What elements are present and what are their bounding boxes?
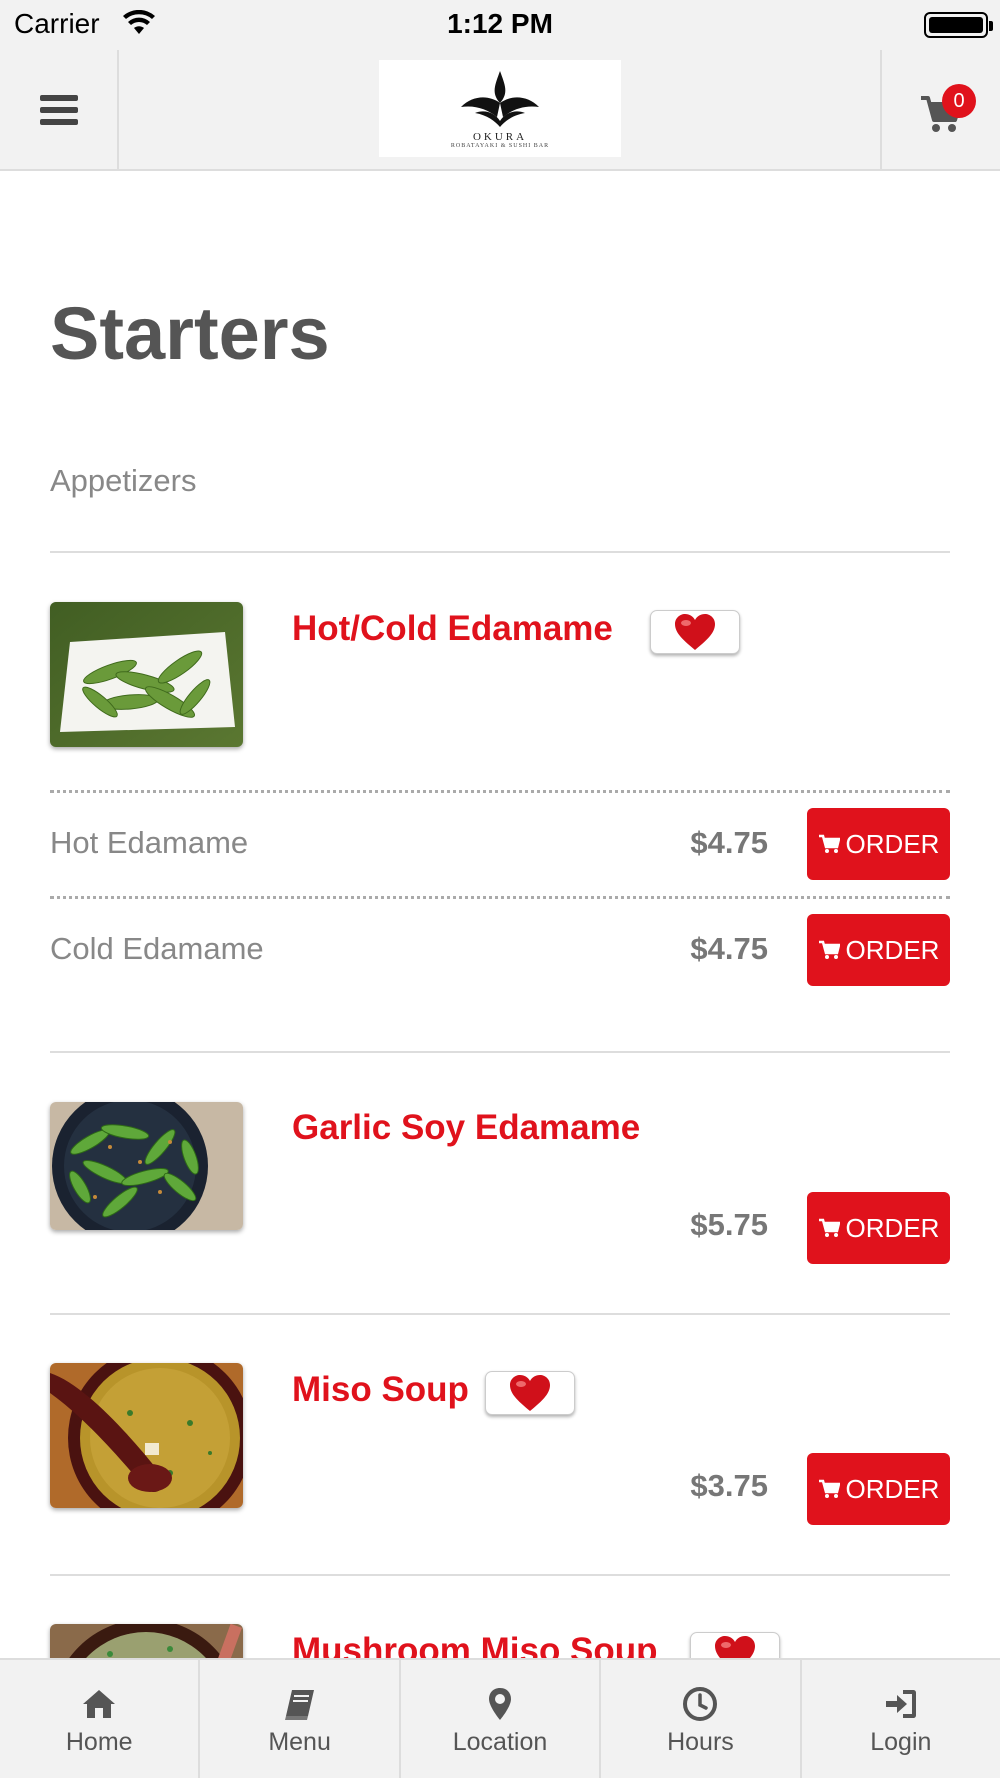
order-label: ORDER [845, 934, 940, 965]
home-icon [83, 1689, 116, 1718]
heart-icon [675, 614, 715, 650]
tab-home[interactable]: Home [0, 1660, 201, 1778]
divider [50, 551, 950, 553]
tab-hours[interactable]: Hours [601, 1660, 802, 1778]
order-button[interactable]: ORDER [807, 808, 950, 880]
cart-button[interactable]: 0 [880, 50, 1000, 169]
heart-icon [510, 1375, 550, 1411]
login-icon [885, 1689, 916, 1718]
logo-text: OKURA [472, 130, 528, 143]
variant-price: $4.75 [690, 931, 768, 966]
miso-soup-image [50, 1363, 243, 1508]
favorite-button[interactable] [485, 1371, 575, 1415]
clock-icon [683, 1686, 718, 1721]
tab-label: Login [870, 1727, 932, 1756]
favorite-button[interactable] [650, 610, 740, 654]
mushroom-miso-image [50, 1624, 243, 1658]
divider [50, 1313, 950, 1315]
item-name[interactable]: Miso Soup [292, 1370, 469, 1410]
item-image-garlic-edamame[interactable] [50, 1102, 243, 1230]
tab-label: Menu [268, 1727, 331, 1756]
section-subtitle: Appetizers [50, 463, 197, 498]
heart-icon [715, 1636, 755, 1658]
logo-subtext: ROBATAYAKI & SUSHI BAR [450, 142, 550, 149]
tab-login[interactable]: Login [802, 1660, 1000, 1778]
item-image-mushroom-miso[interactable] [50, 1624, 243, 1658]
page-title: Starters [50, 292, 330, 375]
item-price: $3.75 [690, 1468, 768, 1503]
book-icon [284, 1689, 314, 1720]
status-bar: Carrier 1:12 PM [0, 0, 1000, 50]
divider [50, 1051, 950, 1053]
divider [50, 1574, 950, 1576]
app-header: OKURA ROBATAYAKI & SUSHI BAR 0 [0, 50, 1000, 171]
variant-price: $4.75 [690, 825, 768, 860]
cart-count-badge: 0 [942, 84, 976, 118]
order-label: ORDER [845, 1473, 940, 1504]
item-price: $5.75 [690, 1207, 768, 1242]
menu-content[interactable]: Starters Appetizers Hot/Cold Edamame Hot… [0, 171, 1000, 1658]
dotted-separator [50, 790, 950, 793]
edamame-plate-image [50, 602, 243, 747]
variant-name: Hot Edamame [50, 825, 249, 860]
status-time: 1:12 PM [447, 8, 553, 39]
map-pin-icon [489, 1687, 512, 1720]
menu-button[interactable] [0, 50, 119, 169]
cart-icon [818, 940, 840, 959]
garlic-edamame-image [50, 1102, 243, 1230]
item-name[interactable]: Hot/Cold Edamame [292, 609, 613, 649]
logo-mark-icon [461, 70, 539, 127]
order-label: ORDER [845, 828, 940, 859]
item-name[interactable]: Garlic Soy Edamame [292, 1108, 640, 1148]
favorite-button[interactable] [690, 1632, 780, 1658]
cart-icon [818, 1218, 840, 1237]
item-name[interactable]: Mushroom Miso Soup [292, 1631, 658, 1658]
tab-location[interactable]: Location [401, 1660, 602, 1778]
order-button[interactable]: ORDER [807, 1192, 950, 1264]
tab-menu[interactable]: Menu [200, 1660, 401, 1778]
item-image-miso-soup[interactable] [50, 1363, 243, 1508]
cart-icon [818, 834, 840, 853]
order-button[interactable]: ORDER [807, 1453, 950, 1525]
hamburger-icon [39, 94, 78, 125]
tab-label: Hours [667, 1727, 734, 1756]
variant-name: Cold Edamame [50, 931, 264, 966]
bottom-tab-bar: Home Menu Location Hours Login [0, 1658, 1000, 1778]
battery-icon [924, 12, 993, 38]
item-image-edamame[interactable] [50, 602, 243, 747]
order-label: ORDER [845, 1212, 940, 1243]
tab-label: Home [65, 1727, 133, 1756]
order-button[interactable]: ORDER [807, 914, 950, 986]
cart-icon [818, 1479, 840, 1498]
tab-label: Location [452, 1727, 548, 1756]
restaurant-logo[interactable]: OKURA ROBATAYAKI & SUSHI BAR [379, 60, 621, 157]
dotted-separator [50, 896, 950, 899]
